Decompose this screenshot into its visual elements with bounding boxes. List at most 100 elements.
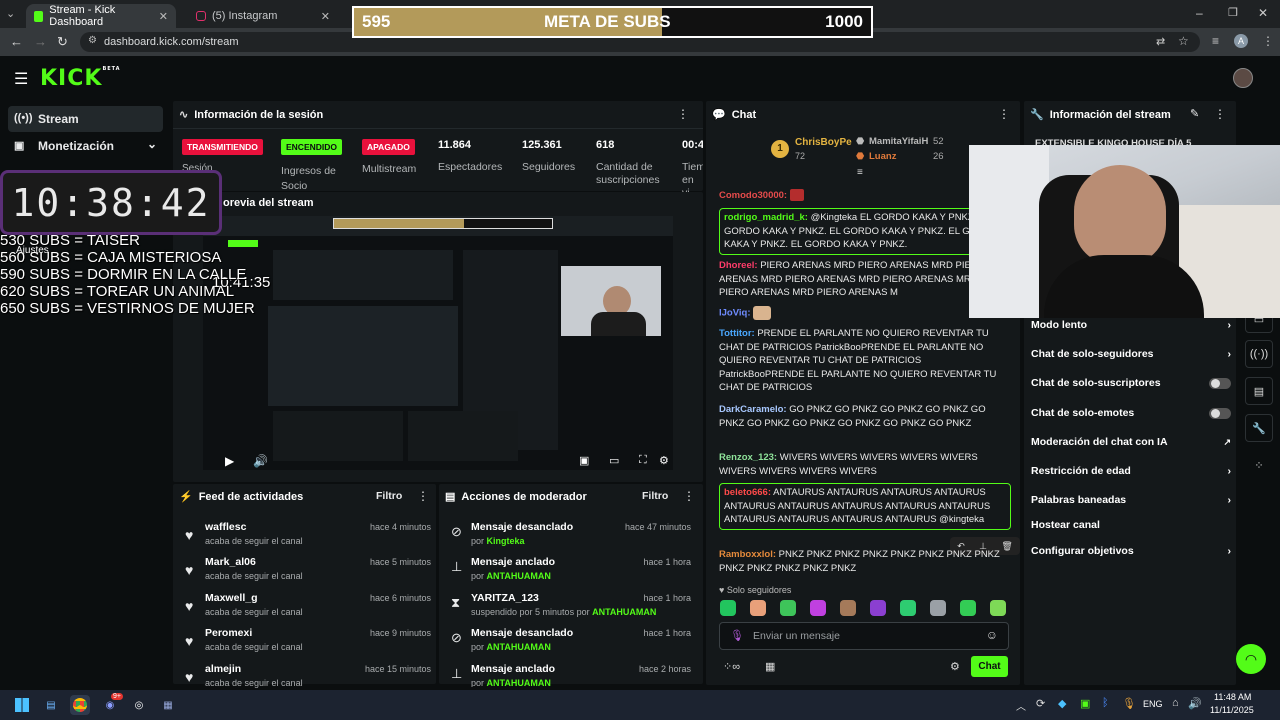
mod-who[interactable]: ANTAHUAMAN bbox=[487, 571, 551, 581]
session-menu-icon[interactable]: ⋮ bbox=[677, 107, 689, 121]
tab-list-icon[interactable]: ⌄ bbox=[6, 7, 15, 20]
chrome-icon[interactable] bbox=[70, 695, 90, 715]
emote-shortcut-icon[interactable] bbox=[930, 600, 946, 616]
chat-username[interactable]: beleto666: bbox=[724, 487, 771, 498]
chat-username[interactable]: Dhoreel: bbox=[719, 260, 758, 271]
bookmark-star-icon[interactable]: ☆ bbox=[1178, 34, 1189, 48]
language-indicator[interactable]: ENG bbox=[1143, 699, 1163, 709]
setting-moderacion-ia[interactable]: Moderación del chat con IA ↗ bbox=[1031, 436, 1231, 448]
bluetooth-icon[interactable]: ᛒ bbox=[1102, 697, 1109, 709]
pip-icon[interactable]: ▣ bbox=[579, 454, 589, 467]
microphone-icon[interactable]: 🎙 bbox=[1122, 697, 1136, 710]
rail-button-2[interactable]: ((·)) bbox=[1245, 340, 1273, 368]
chat-settings-icon[interactable]: ⚙ bbox=[950, 660, 960, 673]
feed-name[interactable]: Mark_al06 bbox=[205, 556, 256, 568]
chat-input[interactable]: 🎙 Enviar un mensaje ☺ bbox=[719, 622, 1009, 650]
chat-username[interactable]: lJoViq: bbox=[719, 308, 751, 319]
emote-shortcut-icon[interactable] bbox=[870, 600, 886, 616]
top-gifter-name[interactable]: ChrisBoyPe bbox=[795, 137, 852, 148]
chat-username[interactable]: DarkCaramelo: bbox=[719, 404, 787, 415]
gifter-name[interactable]: Luanz bbox=[869, 151, 896, 162]
translate-icon[interactable]: ⇄ bbox=[1156, 35, 1165, 48]
close-tab-icon[interactable]: ✕ bbox=[321, 10, 330, 23]
close-tab-icon[interactable]: ✕ bbox=[159, 10, 168, 23]
minimize-icon[interactable]: – bbox=[1196, 6, 1203, 20]
setting-solo-seguidores[interactable]: Chat de solo-seguidores › bbox=[1031, 348, 1231, 360]
browser-menu-icon[interactable]: ⋮ bbox=[1262, 34, 1274, 48]
mic-icon[interactable]: 🎙 bbox=[730, 629, 744, 642]
stream-info-menu-icon[interactable]: ⋮ bbox=[1214, 107, 1226, 121]
chat-menu-icon[interactable]: ⋮ bbox=[998, 107, 1010, 121]
emote-shortcut-icon[interactable] bbox=[840, 600, 856, 616]
mod-action[interactable]: YARITZA_123 bbox=[471, 592, 539, 604]
windows-start-icon[interactable] bbox=[12, 695, 32, 715]
rail-button-5[interactable]: ⁘ bbox=[1245, 451, 1273, 479]
user-avatar[interactable] bbox=[1233, 68, 1253, 88]
chat-tools-icon[interactable]: ⁘∞ bbox=[723, 660, 740, 673]
maximize-icon[interactable]: ❐ bbox=[1228, 6, 1238, 19]
mod-menu-icon[interactable]: ⋮ bbox=[683, 489, 695, 503]
sidebar-item-monetizacion[interactable]: ▣ Monetización ⌄ bbox=[8, 133, 163, 159]
emote-shortcut-icon[interactable] bbox=[780, 600, 796, 616]
reading-list-icon[interactable]: ≡ bbox=[1212, 34, 1219, 48]
close-window-icon[interactable]: ✕ bbox=[1258, 6, 1268, 20]
chat-send-button[interactable]: Chat bbox=[971, 656, 1008, 677]
fullscreen-icon[interactable]: ⛶ bbox=[639, 454, 647, 467]
rail-button-4[interactable]: 🔧 bbox=[1245, 414, 1273, 442]
emote-shortcut-icon[interactable] bbox=[900, 600, 916, 616]
calculator-icon[interactable]: ▦ bbox=[158, 695, 178, 715]
support-headset-icon[interactable]: ◠ bbox=[1236, 644, 1266, 674]
feed-name[interactable]: wafflesc bbox=[205, 521, 246, 533]
edit-pencil-icon[interactable]: ✎ bbox=[1190, 107, 1199, 120]
feed-name[interactable]: Peromexi bbox=[205, 627, 252, 639]
chat-username[interactable]: Ramboxxlol: bbox=[719, 549, 776, 560]
sidebar-item-stream[interactable]: ((•)) Stream bbox=[8, 106, 163, 132]
setting-modo-lento[interactable]: Modo lento › bbox=[1031, 319, 1231, 331]
chat-username[interactable]: Comodo30000: bbox=[719, 190, 787, 201]
emote-shortcut-icon[interactable] bbox=[720, 600, 736, 616]
preview-video[interactable]: 10:41:35 ▶ 🔊 ▣ ▭ ⛶ ⚙ bbox=[203, 216, 673, 470]
mod-who[interactable]: ANTAHUAMAN bbox=[592, 607, 656, 617]
tray-nvidia-icon[interactable]: ▣ bbox=[1080, 697, 1090, 710]
feed-filter-button[interactable]: Filtro bbox=[376, 490, 402, 502]
mod-who[interactable]: ANTAHUAMAN bbox=[487, 642, 551, 652]
network-icon[interactable]: ⌂ bbox=[1172, 697, 1179, 709]
back-icon[interactable]: ← bbox=[10, 34, 23, 49]
chat-username[interactable]: Tottitor: bbox=[719, 328, 755, 339]
chat-username[interactable]: Renzox_123: bbox=[719, 452, 777, 463]
toggle-switch[interactable] bbox=[1209, 377, 1231, 389]
volume-tray-icon[interactable]: 🔊 bbox=[1188, 697, 1202, 710]
emoji-icon[interactable]: ☺ bbox=[986, 628, 998, 642]
setting-hostear-canal[interactable]: Hostear canal bbox=[1031, 519, 1231, 531]
emote-shortcut-icon[interactable] bbox=[750, 600, 766, 616]
emote-shortcut-icon[interactable] bbox=[990, 600, 1006, 616]
setting-palabras-baneadas[interactable]: Palabras baneadas › bbox=[1031, 494, 1231, 506]
play-icon[interactable]: ▶ bbox=[225, 454, 234, 468]
setting-configurar-objetivos[interactable]: Configurar objetivos › bbox=[1031, 545, 1231, 557]
emote-shortcut-icon[interactable] bbox=[810, 600, 826, 616]
store-icon[interactable]: ▦ bbox=[765, 660, 775, 673]
hamburger-menu-icon[interactable]: ☰ bbox=[14, 69, 28, 89]
toggle-switch[interactable] bbox=[1209, 407, 1231, 419]
file-explorer-icon[interactable]: ▤ bbox=[41, 695, 61, 715]
tray-sync-icon[interactable]: ⟳ bbox=[1036, 697, 1045, 710]
chat-username[interactable]: rodrigo_madrid_k: bbox=[724, 212, 808, 223]
tray-app-icon[interactable]: ◆ bbox=[1058, 697, 1066, 710]
mod-who[interactable]: Kingteka bbox=[487, 536, 525, 546]
obs-icon[interactable]: ◎ bbox=[129, 695, 149, 715]
mod-who[interactable]: ANTAHUAMAN bbox=[487, 678, 551, 687]
emote-shortcut-icon[interactable] bbox=[960, 600, 976, 616]
settings-gear-icon[interactable]: ⚙ bbox=[659, 454, 669, 467]
tray-expand-icon[interactable]: ︿ bbox=[1016, 698, 1026, 713]
volume-icon[interactable]: 🔊 bbox=[253, 454, 268, 468]
site-info-icon[interactable]: ⚙ bbox=[88, 35, 97, 46]
setting-restriccion-edad[interactable]: Restricción de edad › bbox=[1031, 465, 1231, 477]
gifter-name[interactable]: MamitaYifaiH bbox=[869, 136, 928, 147]
clock-time[interactable]: 11:48 AM bbox=[1214, 692, 1251, 702]
tab-instagram[interactable]: (5) Instagram ✕ bbox=[188, 4, 338, 28]
feed-menu-icon[interactable]: ⋮ bbox=[417, 489, 429, 503]
mod-filter-button[interactable]: Filtro bbox=[642, 490, 668, 502]
reload-icon[interactable]: ↻ bbox=[57, 34, 68, 50]
tab-kick-dashboard[interactable]: Stream - Kick Dashboard ✕ bbox=[26, 4, 176, 28]
feed-name[interactable]: Maxwell_g bbox=[205, 592, 258, 604]
